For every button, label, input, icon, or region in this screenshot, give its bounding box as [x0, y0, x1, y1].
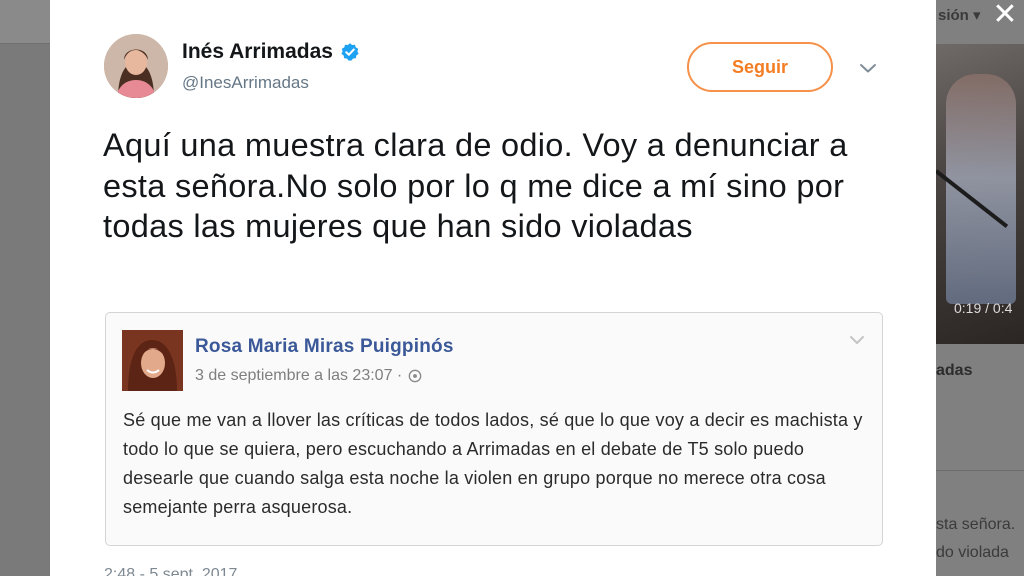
background-session-menu: sión ▾ [938, 7, 981, 24]
avatar-portrait [104, 34, 168, 98]
quoted-facebook-post[interactable]: Rosa Maria Miras Puigpinós 3 de septiemb… [105, 312, 883, 546]
quoted-post-date-row: 3 de septiembre a las 23:07 · [195, 367, 422, 385]
background-text-line: do violada [936, 544, 1009, 561]
quoted-post-text: Sé que me van a llover las críticas de t… [123, 410, 863, 517]
tweet-modal: Inés Arrimadas @InesArrimadas Seguir Aqu… [50, 0, 936, 576]
background-video-thumbnail [936, 44, 1024, 344]
background-divider [936, 470, 1024, 471]
tweet-text: Aquí una muestra clara de odio. Voy a de… [103, 127, 848, 244]
tweet-timestamp[interactable]: 2:48 - 5 sept. 2017 [104, 566, 237, 576]
verified-badge-icon [341, 43, 359, 61]
background-heading: adas [936, 362, 973, 379]
globe-icon [408, 369, 422, 383]
quoted-author-avatar [122, 330, 183, 391]
background-text-line: sta señora. [936, 516, 1016, 533]
quoted-avatar-portrait [122, 330, 183, 391]
author-avatar[interactable] [104, 34, 168, 98]
follow-button[interactable]: Seguir [687, 42, 833, 92]
chevron-down-icon: ▾ [973, 7, 981, 24]
close-icon[interactable]: ✕ [990, 0, 1020, 32]
author-name[interactable]: Inés Arrimadas [182, 40, 333, 64]
chevron-down-icon[interactable] [856, 56, 880, 80]
quoted-author-name: Rosa Maria Miras Puigpinós [195, 336, 454, 357]
quoted-post-date: 3 de septiembre a las 23:07 · [195, 367, 403, 384]
background-page-left [0, 0, 50, 576]
author-handle[interactable]: @InesArrimadas [182, 73, 309, 93]
chevron-down-icon [850, 336, 864, 344]
author-name-row: Inés Arrimadas [182, 40, 360, 64]
background-video-time: 0:19 / 0:4 [954, 300, 1013, 316]
